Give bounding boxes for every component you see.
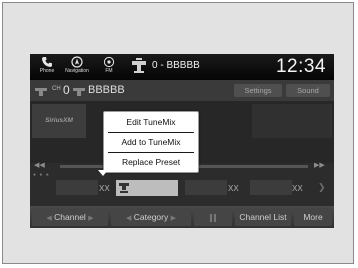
skip-forward-icon[interactable]: ▶▶ <box>314 161 325 169</box>
satellite-small-icon <box>35 88 47 96</box>
phone-button[interactable]: Phone <box>32 55 62 80</box>
clock: 12:34 <box>275 56 326 77</box>
more-button[interactable]: More <box>294 208 332 226</box>
album-art-area <box>252 104 332 138</box>
fm-label: FM <box>105 68 113 74</box>
add-to-tunemix-item[interactable]: Add to TuneMix <box>108 133 194 151</box>
preset-slot-selected[interactable] <box>116 180 178 196</box>
category-button[interactable]: ◀ Category ▶ <box>111 208 191 226</box>
channel-button[interactable]: ◀ Channel ▶ <box>32 208 108 226</box>
arrow-right-icon: ▶ <box>88 215 94 222</box>
channel-prefix: CH <box>52 86 61 92</box>
category-label: Category <box>133 212 169 222</box>
status-bar: Phone Navigation FM 0 - BBBBB 12:34 <box>30 54 334 80</box>
chevron-right-icon[interactable]: ❯ <box>318 182 326 193</box>
head-unit-screen: Phone Navigation FM 0 - BBBBB 12:34 CH 0… <box>30 54 334 228</box>
channel-list-button[interactable]: Channel List <box>235 208 291 226</box>
pause-button[interactable] <box>194 208 232 226</box>
replace-preset-item[interactable]: Replace Preset <box>108 153 194 171</box>
preset-row: XX XX XX <box>30 178 334 198</box>
arrow-right-icon: ▶ <box>170 215 177 222</box>
pause-icon <box>210 213 216 222</box>
arrow-left-icon: ◀ <box>125 215 132 222</box>
edit-tunemix-item[interactable]: Edit TuneMix <box>108 113 194 131</box>
popup-pointer <box>98 170 108 176</box>
sound-button[interactable]: Sound <box>286 84 330 97</box>
current-source: 0 - BBBBB <box>152 60 200 71</box>
preset-label-3: XX <box>228 184 239 193</box>
station-name: BBBBB <box>88 84 125 96</box>
figure-frame: Phone Navigation FM 0 - BBBBB 12:34 CH 0… <box>2 2 354 264</box>
info-row: CH 0 BBBBB Settings Sound <box>30 80 334 101</box>
siriusxm-logo: SiriusXM <box>32 104 86 138</box>
settings-button[interactable]: Settings <box>234 84 282 97</box>
fm-button[interactable]: FM <box>94 55 124 80</box>
preset-slot-4[interactable] <box>250 180 292 195</box>
preset-label-1: XX <box>99 184 110 193</box>
preset-context-menu: Edit TuneMix Add to TuneMix Replace Pres… <box>103 111 199 173</box>
navigation-icon <box>71 56 83 68</box>
phone-icon <box>42 57 52 67</box>
navigation-label: Navigation <box>65 68 89 74</box>
preset-slot-1[interactable] <box>56 180 98 195</box>
navigation-button[interactable]: Navigation <box>62 55 92 80</box>
channel-label: Channel <box>54 212 86 222</box>
bottom-bar: ◀ Channel ▶ ◀ Category ▶ Channel List Mo… <box>30 206 334 228</box>
preset-slot-3[interactable] <box>185 180 227 195</box>
skip-back-icon[interactable]: ◀◀ <box>34 161 45 169</box>
preset-label-4: XX <box>292 184 303 193</box>
phone-label: Phone <box>39 68 55 74</box>
preset-number: 0 <box>63 83 70 97</box>
satellite-preset-icon <box>119 183 129 193</box>
satellite-icon <box>132 58 146 73</box>
radio-icon <box>103 56 115 68</box>
satellite-small-icon <box>73 88 85 96</box>
arrow-left-icon: ◀ <box>46 215 52 222</box>
